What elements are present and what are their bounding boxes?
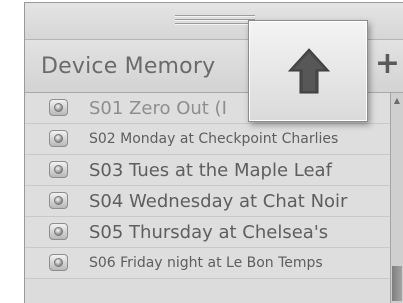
grip-line bbox=[175, 20, 255, 21]
list-item[interactable]: S06 Friday night at Le Bon Temps bbox=[25, 248, 395, 279]
recall-button[interactable] bbox=[49, 223, 68, 240]
panel-title: Device Memory bbox=[41, 54, 216, 79]
list-item-label: S01 Zero Out (I bbox=[89, 98, 227, 119]
list-item[interactable]: S02 Monday at Checkpoint Charlies bbox=[25, 124, 395, 155]
list-item-label: S06 Friday night at Le Bon Temps bbox=[89, 255, 323, 271]
move-up-popup[interactable] bbox=[248, 20, 368, 122]
recall-button[interactable] bbox=[49, 130, 68, 147]
list-item-label: S04 Wednesday at Chat Noir bbox=[89, 191, 348, 212]
memory-list: S01 Zero Out (I S02 Monday at Checkpoint… bbox=[25, 93, 395, 303]
list-item-label: S05 Thursday at Chelsea's bbox=[89, 222, 329, 243]
scroll-up-arrow-icon[interactable]: ▲ bbox=[392, 94, 402, 108]
recall-button[interactable] bbox=[49, 99, 68, 116]
list-item[interactable]: S05 Thursday at Chelsea's bbox=[25, 217, 395, 248]
list-item-label: S02 Monday at Checkpoint Charlies bbox=[89, 131, 339, 147]
list-item[interactable]: S03 Tues at the Maple Leaf bbox=[25, 155, 395, 186]
grip-line bbox=[175, 16, 255, 17]
grip-line bbox=[175, 24, 255, 25]
recall-button[interactable] bbox=[49, 192, 68, 209]
list-item-label: S03 Tues at the Maple Leaf bbox=[89, 160, 332, 181]
recall-button[interactable] bbox=[49, 161, 68, 178]
scrollbar-thumb[interactable] bbox=[392, 266, 402, 301]
list-item[interactable]: S04 Wednesday at Chat Noir bbox=[25, 186, 395, 217]
recall-button[interactable] bbox=[49, 254, 68, 271]
up-arrow-icon bbox=[287, 48, 331, 94]
plus-icon[interactable]: + bbox=[375, 46, 400, 81]
